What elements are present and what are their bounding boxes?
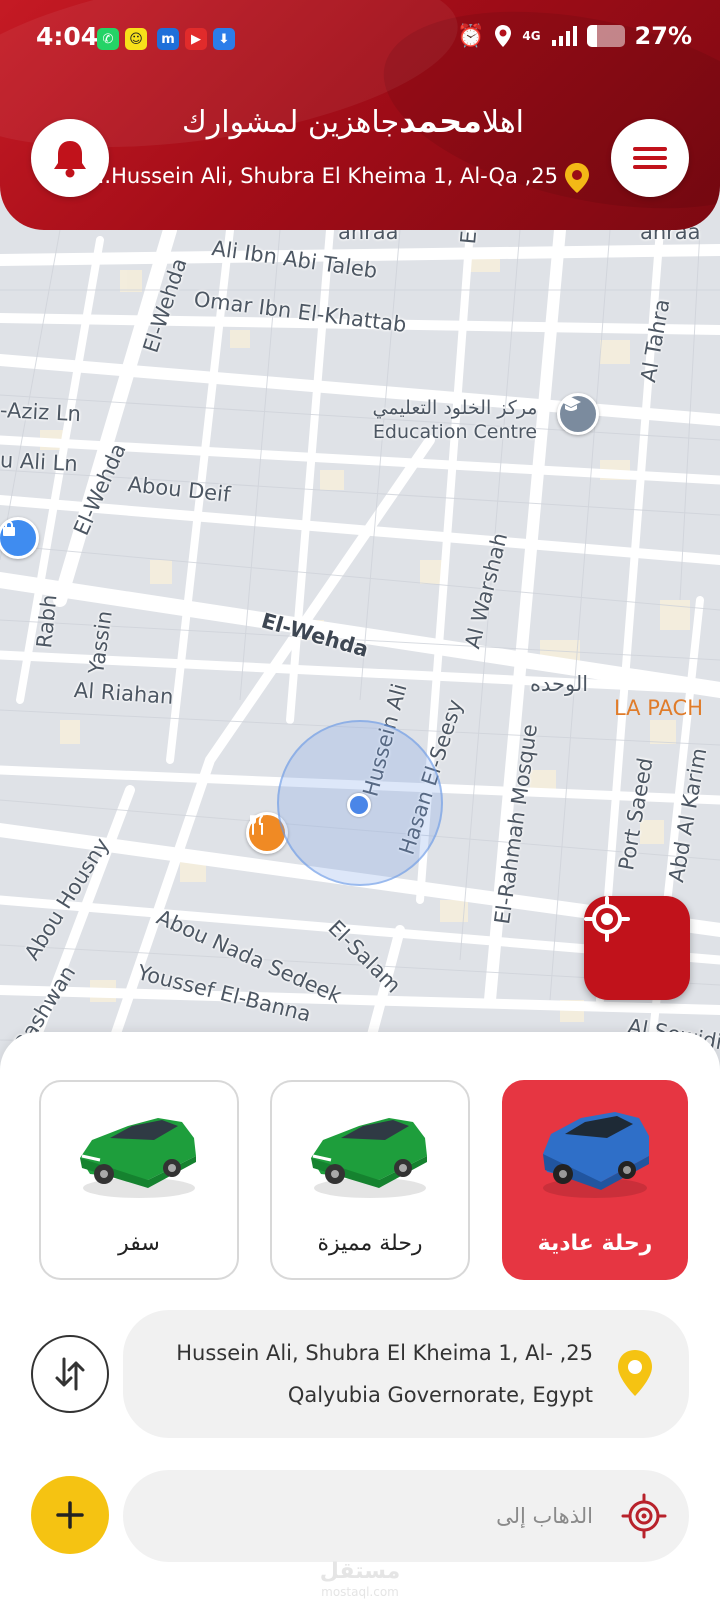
street-label: -Aziz Ln [0,398,82,427]
greeting-prefix: اهلا [481,105,524,140]
swap-locations-button[interactable] [31,1335,109,1413]
poi-la-pach: LA PACH [614,696,703,720]
status-time: 4:04 [36,22,99,51]
battery-icon [586,25,625,47]
status-bar: 4:04 ✆ ☺ m ▶ ⬇ ⏰ 4G 27% [0,22,720,62]
pickup-address: Hussein Ali, Shubra El Kheima 1, Al- ,25… [176,1332,593,1416]
location-pin-icon [565,163,589,193]
pickup-location-field[interactable]: Hussein Ali, Shubra El Kheima 1, Al- ,25… [123,1310,689,1438]
signal-icon [551,26,577,46]
location-pin-icon [618,1350,652,1396]
poi-education-centre[interactable]: مركز الخلود التعليمي Education Centre [350,396,560,444]
ride-option-premium[interactable]: رحلة مميزة [270,1080,470,1280]
battery-percent: 27% [634,22,692,50]
download-icon: ⬇ [213,28,235,50]
app-screen: ahraa ahraa El Ali Ibn Abi Taleb Omar Ib… [0,0,720,1608]
ride-option-travel[interactable]: سفر [39,1080,239,1280]
ride-booking-sheet: سفر رحلة مميزة رحلة عادية Hussein Ali, S… [0,1032,720,1608]
whatsapp-icon: ✆ [97,28,119,50]
destination-input[interactable] [153,1492,593,1540]
watermark-arabic: مستقل [319,1559,401,1584]
target-icon [621,1493,667,1539]
pickup-address-line1: Hussein Ali, Shubra El Kheima 1, Al- ,25 [176,1341,593,1365]
destination-field[interactable] [123,1470,689,1562]
swap-icon [55,1357,85,1391]
location-status-icon [495,25,512,47]
snapchat-icon: ☺ [125,28,147,50]
watermark-latin: mostaql.com [321,1585,399,1599]
current-location-dot [347,793,371,817]
blue-suv-icon [543,1112,649,1198]
education-poi-icon[interactable] [557,393,599,435]
ride-option-label: رحلة عادية [537,1231,653,1256]
user-name: محمد [399,102,482,140]
street-label: u Ali Ln [0,448,79,477]
messenger-icon: m [157,28,179,50]
locate-me-icon [584,896,630,942]
alarm-icon: ⏰ [456,23,485,49]
plus-icon [56,1501,84,1529]
green-car-icon [80,1118,196,1198]
app-header: 4:04 ✆ ☺ m ▶ ⬇ ⏰ 4G 27% اهلامحمدجاهزين ل… [0,0,720,230]
youtube-icon: ▶ [185,28,207,50]
greeting-text: اهلامحمدجاهزين لمشوارك [182,102,524,140]
menu-icon [633,147,667,169]
poi-education-english: Education Centre [372,421,538,443]
network-label: 4G [522,29,541,43]
street-label: الوحده [530,672,589,696]
poi-education-arabic: مركز الخلود التعليمي [372,397,538,419]
ride-option-label: سفر [118,1231,160,1256]
status-right: ⏰ 4G 27% [457,22,692,50]
bell-icon [54,141,86,178]
locate-me-button[interactable] [584,896,690,1000]
pickup-address-line2: Qalyubia Governorate, Egypt [287,1383,593,1407]
add-stop-button[interactable] [31,1476,109,1554]
ride-option-label: رحلة مميزة [317,1231,423,1256]
menu-button[interactable] [611,119,689,197]
green-car-icon [311,1118,427,1198]
current-address[interactable]: ...Hussein Ali, Shubra El Kheima 1, Al-Q… [91,164,558,188]
watermark: مستقل mostaql.com [300,1559,420,1602]
greeting-suffix: جاهزين لمشوارك [182,105,400,140]
ride-option-regular[interactable]: رحلة عادية [502,1080,688,1280]
